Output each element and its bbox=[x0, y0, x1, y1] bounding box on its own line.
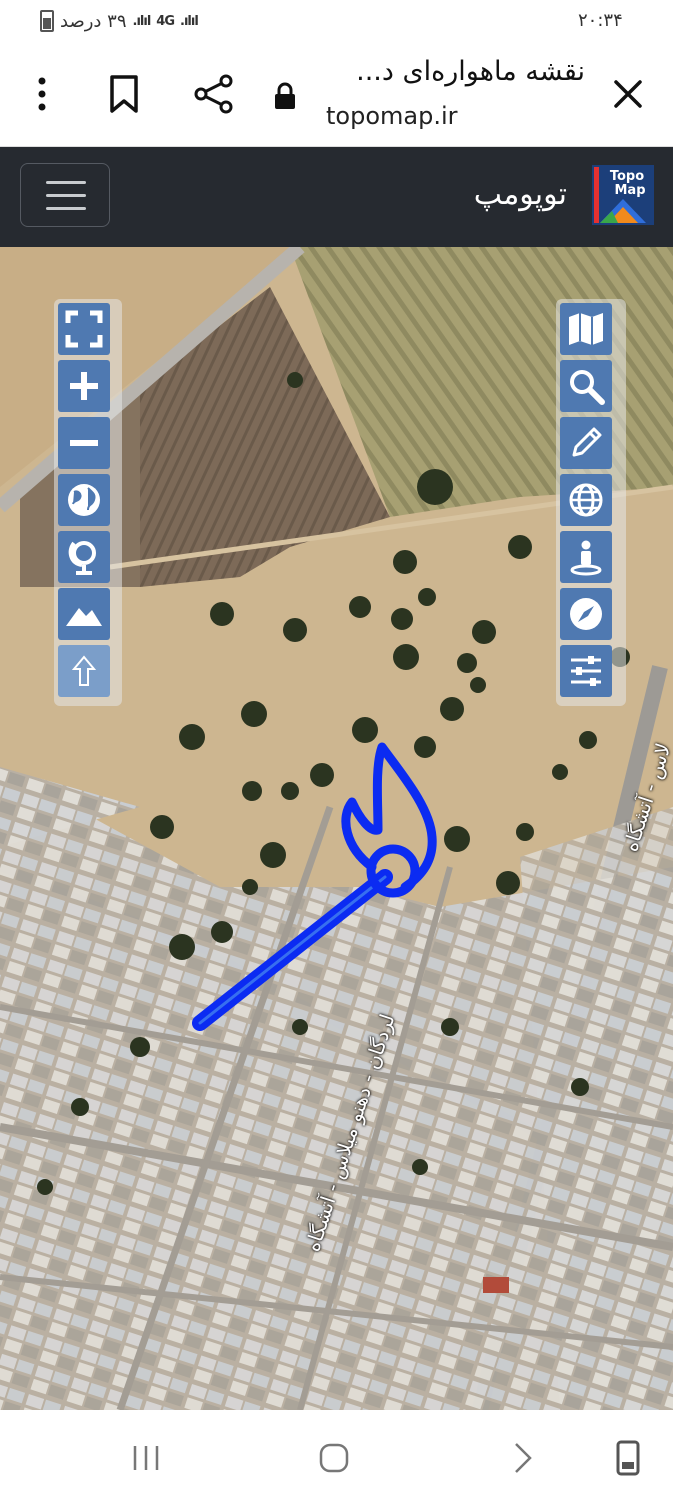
fullscreen-icon bbox=[65, 310, 103, 348]
status-bar: ılıl. 4G ılıl. ۳۹ درصد ۲۰:۳۴ bbox=[0, 0, 673, 46]
draw-button[interactable] bbox=[560, 417, 612, 469]
my-location-button[interactable] bbox=[560, 531, 612, 583]
globe-view-button[interactable] bbox=[58, 474, 110, 526]
fullscreen-button[interactable] bbox=[58, 303, 110, 355]
up-arrow-icon bbox=[71, 655, 97, 686]
settings-button[interactable] bbox=[560, 645, 612, 697]
compass-button[interactable] bbox=[560, 588, 612, 640]
site-name[interactable]: توپومپ bbox=[474, 177, 567, 212]
zoom-out-icon bbox=[70, 440, 98, 446]
site-logo[interactable]: Topo Map bbox=[592, 165, 654, 225]
zoom-in-button[interactable] bbox=[58, 360, 110, 412]
logo-text-bottom: Map bbox=[614, 183, 645, 198]
battery-icon bbox=[40, 10, 54, 32]
recent-apps-icon[interactable] bbox=[126, 1438, 166, 1478]
zoom-out-button[interactable] bbox=[58, 417, 110, 469]
logo-text-top: Topo bbox=[610, 169, 644, 184]
globe-icon bbox=[68, 484, 100, 516]
terrain-button[interactable] bbox=[58, 588, 110, 640]
map-toolbar-left bbox=[54, 299, 122, 706]
sliders-icon bbox=[571, 656, 601, 686]
coordinates-button[interactable] bbox=[560, 474, 612, 526]
compass-icon bbox=[570, 598, 602, 630]
bookmark-icon[interactable] bbox=[106, 74, 142, 114]
search-icon bbox=[570, 370, 605, 405]
globe-grid-icon bbox=[569, 483, 603, 517]
rotate-screen-icon[interactable] bbox=[608, 1438, 648, 1478]
zoom-in-icon bbox=[70, 372, 98, 400]
globe-stand-button[interactable] bbox=[58, 531, 110, 583]
map-icon bbox=[569, 313, 603, 345]
map-toolbar-right bbox=[556, 299, 626, 706]
search-button[interactable] bbox=[560, 360, 612, 412]
site-header: توپومپ Topo Map bbox=[0, 147, 673, 247]
globe-stand-icon bbox=[68, 541, 96, 575]
status-time: ۲۰:۳۴ bbox=[578, 10, 623, 31]
page-title: نقشه ماهواره‌ای د... bbox=[356, 56, 585, 87]
signal-icon-2: ılıl. bbox=[132, 13, 152, 29]
network-type-icon: 4G bbox=[156, 13, 175, 29]
close-icon[interactable] bbox=[608, 74, 648, 114]
person-pin-icon bbox=[570, 540, 602, 576]
pencil-icon bbox=[572, 427, 602, 457]
back-icon[interactable] bbox=[502, 1438, 542, 1478]
menu-button[interactable] bbox=[20, 163, 110, 227]
map-layers-button[interactable] bbox=[560, 303, 612, 355]
home-icon[interactable] bbox=[314, 1438, 354, 1478]
mountain-icon bbox=[66, 608, 102, 626]
system-navigation-bar bbox=[0, 1410, 673, 1500]
page-url[interactable]: topomap.ir bbox=[326, 102, 458, 130]
scroll-up-button[interactable] bbox=[58, 645, 110, 697]
status-indicators: ılıl. 4G ılıl. ۳۹ درصد bbox=[40, 10, 199, 32]
browser-toolbar: نقشه ماهواره‌ای د... topomap.ir bbox=[0, 46, 673, 147]
signal-icon: ılıl. bbox=[180, 13, 199, 29]
share-icon[interactable] bbox=[192, 72, 236, 116]
more-options-icon[interactable] bbox=[30, 74, 54, 114]
battery-text: ۳۹ درصد bbox=[60, 10, 127, 32]
lock-icon[interactable] bbox=[272, 82, 298, 110]
